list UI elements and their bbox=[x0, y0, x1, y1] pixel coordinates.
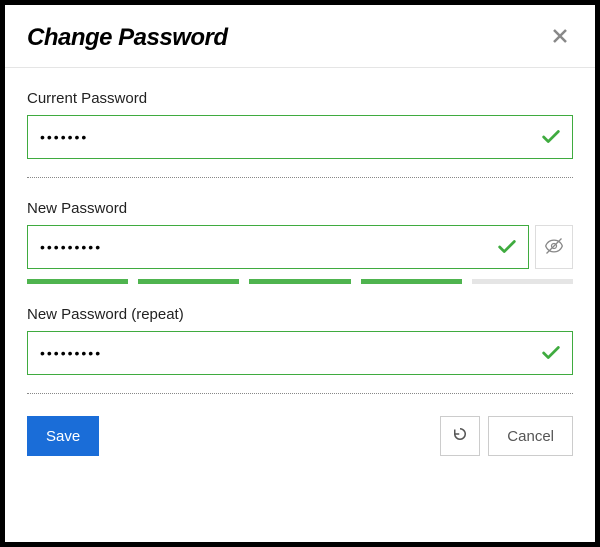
current-password-row bbox=[27, 115, 573, 159]
dialog-footer: Save Cancel bbox=[5, 416, 595, 474]
repeat-password-input-wrap bbox=[27, 331, 573, 375]
form-body: Current Password New Password bbox=[5, 68, 595, 394]
eye-off-icon bbox=[544, 236, 564, 259]
repeat-password-row bbox=[27, 331, 573, 375]
repeat-password-input[interactable] bbox=[28, 332, 572, 374]
current-password-group: Current Password bbox=[27, 90, 573, 159]
repeat-password-label: New Password (repeat) bbox=[27, 306, 573, 323]
repeat-password-group: New Password (repeat) bbox=[27, 306, 573, 375]
strength-segment bbox=[472, 279, 573, 284]
strength-segment bbox=[138, 279, 239, 284]
dialog-header: Change Password bbox=[5, 5, 595, 68]
cancel-button[interactable]: Cancel bbox=[488, 416, 573, 456]
password-strength-meter bbox=[27, 279, 573, 284]
check-icon bbox=[540, 126, 562, 148]
divider bbox=[27, 177, 573, 178]
dialog-title: Change Password bbox=[27, 24, 228, 52]
new-password-row bbox=[27, 225, 573, 269]
save-button[interactable]: Save bbox=[27, 416, 99, 456]
undo-icon bbox=[451, 425, 469, 447]
close-icon bbox=[551, 25, 569, 50]
current-password-input-wrap bbox=[27, 115, 573, 159]
footer-right-group: Cancel bbox=[440, 416, 573, 456]
reset-button[interactable] bbox=[440, 416, 480, 456]
strength-segment bbox=[249, 279, 350, 284]
strength-segment bbox=[361, 279, 462, 284]
new-password-group: New Password bbox=[27, 200, 573, 284]
new-password-input-wrap bbox=[27, 225, 529, 269]
new-password-input[interactable] bbox=[28, 226, 528, 268]
strength-segment bbox=[27, 279, 128, 284]
new-password-label: New Password bbox=[27, 200, 573, 217]
current-password-label: Current Password bbox=[27, 90, 573, 107]
close-button[interactable] bbox=[547, 23, 573, 53]
check-icon bbox=[496, 236, 518, 258]
check-icon bbox=[540, 342, 562, 364]
toggle-visibility-button[interactable] bbox=[535, 225, 573, 269]
current-password-input[interactable] bbox=[28, 116, 572, 158]
divider bbox=[27, 393, 573, 394]
